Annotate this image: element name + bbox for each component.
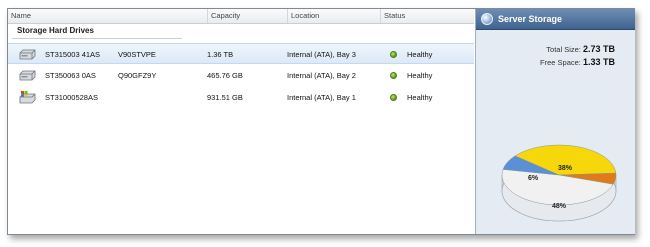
status-ok-icon	[390, 51, 397, 58]
app-window: Name Capacity Location Status Storage Ha…	[7, 8, 635, 235]
table-row[interactable]: ST31000528AS 931.51 GB Internal (ATA), B…	[8, 87, 474, 108]
hard-drive-icon	[19, 70, 36, 81]
total-size: Total Size: 2.73 TB	[546, 44, 615, 54]
pie-label-used: 38%	[558, 165, 573, 172]
pie-label-free: 48%	[552, 203, 567, 210]
drive-status: Healthy	[407, 93, 433, 102]
drive-location: Internal (ATA), Bay 1	[287, 93, 356, 102]
storage-icon	[481, 13, 493, 25]
drive-serial: Q90GFZ9Y	[118, 71, 157, 80]
system-drive-icon	[19, 91, 36, 104]
drive-capacity: 931.51 GB	[207, 93, 243, 102]
drive-name: ST315003 41AS	[45, 50, 101, 59]
free-space-label: Free Space:	[540, 58, 581, 67]
drive-status: Healthy	[407, 50, 433, 59]
table-row[interactable]: ST315003 41AS V90STVPE 1.36 TB Internal …	[8, 43, 474, 64]
table-header: Name Capacity Location Status	[8, 9, 474, 24]
drives-table: Name Capacity Location Status Storage Ha…	[8, 9, 474, 234]
column-header-name[interactable]: Name	[8, 9, 207, 23]
drive-capacity: 1.36 TB	[207, 50, 234, 59]
drive-status: Healthy	[407, 71, 433, 80]
drive-serial: V90STVPE	[118, 50, 156, 59]
drive-location: Internal (ATA), Bay 3	[287, 50, 356, 59]
drive-location: Internal (ATA), Bay 2	[287, 71, 356, 80]
column-header-capacity[interactable]: Capacity	[207, 9, 287, 23]
column-header-location[interactable]: Location	[287, 9, 380, 23]
status-ok-icon	[390, 72, 397, 79]
group-title: Storage Hard Drives	[17, 26, 94, 35]
hard-drive-icon	[19, 49, 36, 60]
panel-header: Server Storage	[476, 9, 635, 30]
status-ok-icon	[390, 94, 397, 101]
panel-title: Server Storage	[498, 14, 563, 24]
group-divider	[12, 38, 182, 39]
total-size-value: 2.73 TB	[582, 44, 615, 54]
server-storage-panel: Server Storage Total Size: 2.73 TB Free …	[475, 9, 635, 234]
drive-name: ST31000528AS	[45, 93, 98, 102]
storage-pie-chart: 38% 6% 48%	[501, 144, 617, 222]
drive-name: ST350063 0AS	[45, 71, 96, 80]
total-size-label: Total Size:	[546, 45, 581, 54]
column-header-status[interactable]: Status	[380, 9, 474, 23]
free-space-value: 1.33 TB	[582, 57, 615, 67]
free-space: Free Space: 1.33 TB	[540, 57, 615, 67]
drive-capacity: 465.76 GB	[207, 71, 243, 80]
pie-label-other: 6%	[528, 175, 539, 182]
table-row[interactable]: ST350063 0AS Q90GFZ9Y 465.76 GB Internal…	[8, 65, 474, 86]
